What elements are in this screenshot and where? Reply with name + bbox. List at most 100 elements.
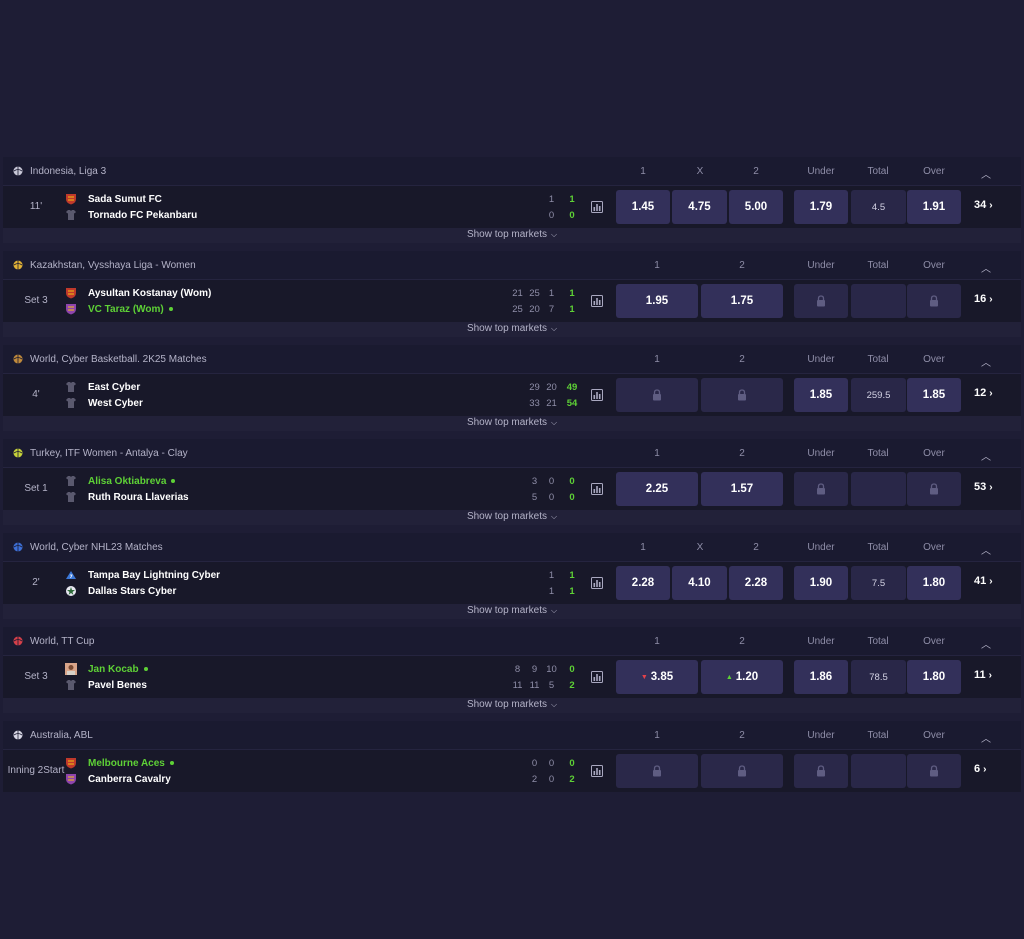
stats-chart-icon[interactable] [591, 671, 603, 683]
team-2-name[interactable]: Tornado FC Pekanbaru [88, 210, 197, 221]
stats-chart-icon[interactable] [591, 765, 603, 777]
event-row[interactable]: 4' East Cyber 29 20 49 West Cyber 33 21 54 1.85 25… [3, 374, 1021, 416]
event-row[interactable]: Set 1 Alisa Oktiabreva 3 0 0 Ruth Roura Llave… [3, 468, 1021, 510]
league-name[interactable]: Turkey, ITF Women - Antalya - Clay [30, 448, 188, 459]
team-2[interactable]: Dallas Stars Cyber [65, 583, 176, 599]
odds-1-button[interactable]: ▼ 3.85 [616, 660, 698, 694]
more-markets-link[interactable]: 12 › [974, 387, 993, 399]
odds-x-button[interactable]: 4.75 [672, 190, 727, 224]
team-1-name[interactable]: Aysultan Kostanay (Wom) [88, 288, 211, 299]
more-markets-link[interactable]: 11 › [974, 669, 992, 681]
odds-2-button[interactable] [701, 754, 783, 788]
show-top-markets-toggle[interactable]: Show top markets ⌵ [3, 416, 1021, 431]
stats-chart-icon[interactable] [591, 201, 603, 213]
team-1-name[interactable]: Alisa Oktiabreva [88, 476, 166, 487]
team-2[interactable]: West Cyber [65, 395, 143, 411]
team-2-name[interactable]: VC Taraz (Wom) [88, 304, 164, 315]
stats-chart-icon[interactable] [591, 389, 603, 401]
team-1[interactable]: Melbourne Aces [65, 755, 174, 771]
over-odds-button[interactable] [907, 284, 961, 318]
show-top-markets-toggle[interactable]: Show top markets ⌵ [3, 228, 1021, 243]
event-row[interactable]: 11' Sada Sumut FC 1 1 Tornado FC Pekanbaru 0 0… [3, 186, 1021, 228]
odds-2-button[interactable]: ▲ 1.20 [701, 660, 783, 694]
team-2-name[interactable]: Dallas Stars Cyber [88, 586, 176, 597]
league-name[interactable]: World, Cyber NHL23 Matches [30, 542, 163, 553]
event-row[interactable]: Set 3 Jan Kocab 8 9 10 0 Pavel Benes 11 11 5 2 ▼ 3.8… [3, 656, 1021, 698]
league-name[interactable]: World, Cyber Basketball. 2K25 Matches [30, 354, 207, 365]
team-1-name[interactable]: Melbourne Aces [88, 758, 165, 769]
odds-2-button[interactable]: 1.57 [701, 472, 783, 506]
show-top-markets-toggle[interactable]: Show top markets ⌵ [3, 322, 1021, 337]
more-markets-link[interactable]: 16 › [974, 293, 993, 305]
odds-2-button[interactable] [701, 378, 783, 412]
stats-chart-icon[interactable] [591, 577, 603, 589]
collapse-chevron-icon[interactable]: ︿ [980, 636, 992, 651]
odds-1-button[interactable]: 2.25 [616, 472, 698, 506]
under-odds-button[interactable]: 1.86 [794, 660, 848, 694]
show-top-markets-toggle[interactable]: Show top markets ⌵ [3, 698, 1021, 713]
collapse-chevron-icon[interactable]: ︿ [980, 354, 992, 369]
collapse-chevron-icon[interactable]: ︿ [980, 730, 992, 745]
league-name[interactable]: Australia, ABL [30, 730, 93, 741]
odds-1-button[interactable]: 2.28 [616, 566, 670, 600]
over-odds-button[interactable] [907, 754, 961, 788]
team-2-name[interactable]: Pavel Benes [88, 680, 147, 691]
odds-x-button[interactable]: 4.10 [672, 566, 727, 600]
event-row[interactable]: Set 3 Aysultan Kostanay (Wom) 21 25 1 1 VC Tar… [3, 280, 1021, 322]
stats-chart-icon[interactable] [591, 483, 603, 495]
odds-2-button[interactable]: 2.28 [729, 566, 783, 600]
event-row[interactable]: Inning 2 Start Melbourne Aces 0 0 0 Canberra C… [3, 750, 1021, 792]
league-name[interactable]: Kazakhstan, Vysshaya Liga - Women [30, 260, 196, 271]
team-1[interactable]: Tampa Bay Lightning Cyber [65, 567, 220, 583]
league-name[interactable]: Indonesia, Liga 3 [30, 166, 106, 177]
team-1[interactable]: Sada Sumut FC [65, 191, 162, 207]
collapse-chevron-icon[interactable]: ︿ [980, 448, 992, 463]
odds-1-button[interactable] [616, 378, 698, 412]
team-1[interactable]: East Cyber [65, 379, 140, 395]
odds-2-button[interactable]: 1.75 [701, 284, 783, 318]
collapse-chevron-icon[interactable]: ︿ [980, 260, 992, 275]
over-odds-button[interactable]: 1.91 [907, 190, 961, 224]
over-odds-button[interactable]: 1.80 [907, 566, 961, 600]
team-1[interactable]: Jan Kocab [65, 661, 148, 677]
event-row[interactable]: 2' Tampa Bay Lightning Cyber 1 1 Dallas Star… [3, 562, 1021, 604]
under-odds-button[interactable]: 1.85 [794, 378, 848, 412]
show-top-markets-toggle[interactable]: Show top markets ⌵ [3, 510, 1021, 525]
over-odds-button[interactable]: 1.85 [907, 378, 961, 412]
odds-1-button-value: 3.85 [650, 671, 674, 683]
more-markets-link[interactable]: 41 › [974, 575, 993, 587]
odds-1-button[interactable]: 1.45 [616, 190, 670, 224]
over-odds-button[interactable]: 1.80 [907, 660, 961, 694]
collapse-chevron-icon[interactable]: ︿ [980, 166, 992, 181]
under-odds-button[interactable] [794, 472, 848, 506]
team-1-name[interactable]: Tampa Bay Lightning Cyber [88, 570, 220, 581]
team-2[interactable]: Tornado FC Pekanbaru [65, 207, 197, 223]
odds-1-button[interactable]: 1.95 [616, 284, 698, 318]
more-markets-link[interactable]: 6 › [974, 763, 986, 775]
team-2[interactable]: Pavel Benes [65, 677, 147, 693]
under-odds-button[interactable] [794, 284, 848, 318]
odds-2-button[interactable]: 5.00 [729, 190, 783, 224]
collapse-chevron-icon[interactable]: ︿ [980, 542, 992, 557]
team-2[interactable]: Canberra Cavalry [65, 771, 171, 787]
team-1[interactable]: Alisa Oktiabreva [65, 473, 176, 489]
team-2-name[interactable]: West Cyber [88, 398, 143, 409]
team-2-name[interactable]: Ruth Roura Llaverias [88, 492, 189, 503]
under-odds-button[interactable]: 1.79 [794, 190, 848, 224]
under-odds-button[interactable]: 1.90 [794, 566, 848, 600]
more-markets-link[interactable]: 53 › [974, 481, 993, 493]
team-1[interactable]: Aysultan Kostanay (Wom) [65, 285, 211, 301]
team-2[interactable]: VC Taraz (Wom) [65, 301, 173, 317]
more-markets-link[interactable]: 34 › [974, 199, 993, 211]
over-odds-button[interactable] [907, 472, 961, 506]
show-top-markets-toggle[interactable]: Show top markets ⌵ [3, 604, 1021, 619]
league-name[interactable]: World, TT Cup [30, 636, 94, 647]
team-2-name[interactable]: Canberra Cavalry [88, 774, 171, 785]
team-1-name[interactable]: Jan Kocab [88, 664, 139, 675]
odds-1-button[interactable] [616, 754, 698, 788]
team-1-name[interactable]: East Cyber [88, 382, 140, 393]
stats-chart-icon[interactable] [591, 295, 603, 307]
team-2[interactable]: Ruth Roura Llaverias [65, 489, 189, 505]
team-1-name[interactable]: Sada Sumut FC [88, 194, 162, 205]
under-odds-button[interactable] [794, 754, 848, 788]
